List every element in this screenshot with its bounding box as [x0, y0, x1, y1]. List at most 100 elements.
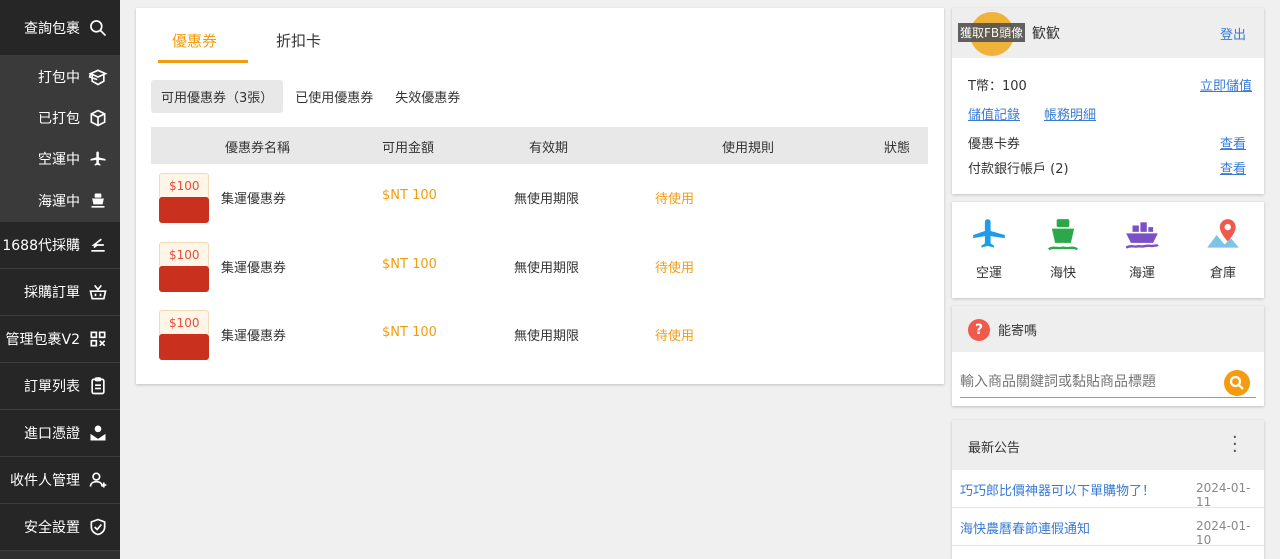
- account-card: 獲取FB頭像 歓歓 登出 T幣：100 立即儲值 儲值記錄 帳務明細 優惠卡券 …: [952, 8, 1264, 194]
- service-sea-express[interactable]: 海快: [1033, 216, 1093, 281]
- basket-icon: [89, 284, 107, 300]
- sidebar-item-packed[interactable]: 已打包: [0, 97, 120, 138]
- service-sea-freight[interactable]: 海運: [1112, 216, 1172, 281]
- sidebar-item-recipient-management[interactable]: 收件人管理: [0, 457, 120, 504]
- coupon-panel: 優惠券 折扣卡 可用優惠券（3張） 已使用優惠券 失效優惠券 優惠券名稱 可用金…: [136, 8, 944, 384]
- column-header-status: 狀態: [884, 141, 911, 156]
- filter-used-coupons[interactable]: 已使用優惠券: [285, 80, 383, 113]
- tab-bar: 優惠券 折扣卡: [136, 8, 944, 64]
- sidebar-item-label: 已打包: [38, 110, 80, 127]
- coupon-filter-bar: 可用優惠券（3張） 已使用優惠券 失效優惠券: [151, 80, 472, 113]
- certificate-icon: [90, 425, 106, 441]
- manage-icon: [90, 331, 106, 347]
- package-icon: [90, 109, 106, 126]
- purchase-icon: [91, 238, 105, 252]
- sidebar-item-manage-packages[interactable]: 管理包裹V2: [0, 316, 120, 363]
- services-card: 空運 海快 海運 倉庫: [952, 202, 1264, 298]
- sidebar-item-label: 訂單列表: [24, 379, 80, 395]
- clipboard-icon: [91, 377, 105, 395]
- sidebar-item-label: 1688代採購: [2, 238, 80, 254]
- news-item-title[interactable]: 巧巧郎比價神器可以下單購物了！: [960, 480, 1155, 499]
- news-item-date: 2024-01-10: [1196, 519, 1251, 547]
- coupon-amount: $NT 100: [382, 188, 437, 203]
- sidebar-item-label: 收件人管理: [10, 473, 80, 489]
- service-air[interactable]: 空運: [959, 216, 1019, 281]
- column-header-validity: 有效期: [529, 141, 569, 156]
- sidebar-item-sea-shipping[interactable]: 海運中: [0, 179, 120, 222]
- bank-account-label: 付款銀行帳戶 (2): [968, 162, 1069, 177]
- airplane-icon: [973, 219, 1005, 248]
- service-label: 空運: [975, 266, 1002, 281]
- coupon-name: 集運優惠券: [221, 329, 287, 344]
- news-item-title[interactable]: 海快農曆春節連假通知: [960, 518, 1090, 537]
- news-item-date: 2024-01-11: [1196, 481, 1251, 509]
- topup-record-link[interactable]: 儲值記錄: [968, 104, 1020, 123]
- service-label: 海運: [1128, 266, 1155, 281]
- table-row: $100 集運優惠券 $NT 100 無使用期限 待使用: [151, 232, 928, 300]
- coupon-name: 集運優惠券: [221, 261, 287, 276]
- sidebar-item-air-shipping[interactable]: 空運中: [0, 138, 120, 179]
- news-title: 最新公告: [968, 441, 1021, 456]
- cargo-ship-icon: [1125, 222, 1159, 249]
- sidebar-item-label: 採購訂單: [24, 285, 80, 301]
- sidebar-item-label: 查詢包裹: [24, 20, 80, 37]
- service-label: 海快: [1049, 266, 1076, 281]
- question-icon: ?: [968, 319, 990, 341]
- coupon-name: 集運優惠券: [221, 192, 287, 207]
- username: 歓歓: [1032, 26, 1060, 42]
- sidebar-item-security-settings[interactable]: 安全設置: [0, 504, 120, 551]
- bank-account-view-link[interactable]: 查看: [1220, 158, 1246, 177]
- airplane-icon: [90, 151, 106, 166]
- more-options-icon[interactable]: · · ·: [1232, 429, 1238, 461]
- sidebar-item-label: 進口憑證: [24, 426, 80, 442]
- product-search-input[interactable]: [960, 370, 1220, 394]
- can-ship-title: 能寄嗎: [998, 324, 1038, 339]
- table-header: 優惠券名稱 可用金額 有效期 使用規則 狀態: [151, 127, 928, 164]
- sidebar: 查詢包裹 打包中 已打包 空運中 海運中 1688代採購 採購訂單 管理包裹V2…: [0, 0, 120, 559]
- active-tab-indicator: [158, 60, 248, 63]
- coupon-badge: $100: [169, 248, 200, 262]
- shield-check-icon: [90, 518, 106, 536]
- filter-available-coupons[interactable]: 可用優惠券（3張）: [151, 80, 284, 113]
- sidebar-item-1688-purchase[interactable]: 1688代採購: [0, 222, 120, 269]
- sidebar-item-label: 管理包裹V2: [5, 332, 80, 348]
- coupon-rule: 待使用: [655, 329, 695, 344]
- account-header: 獲取FB頭像 歓歓 登出: [952, 8, 1264, 58]
- map-pin-icon: [1207, 219, 1239, 248]
- sidebar-item-label: 打包中: [38, 69, 80, 86]
- balance-label: T幣：100: [968, 79, 1027, 94]
- topup-link[interactable]: 立即儲值: [1200, 75, 1252, 94]
- list-item[interactable]: 海快農曆春節連假通知 2024-01-10: [952, 508, 1264, 547]
- filter-expired-coupons[interactable]: 失效優惠券: [385, 80, 470, 113]
- column-header-amount: 可用金額: [382, 141, 435, 156]
- tab-discount-cards[interactable]: 折扣卡: [276, 30, 321, 51]
- account-detail-link[interactable]: 帳務明細: [1044, 104, 1096, 123]
- list-item[interactable]: 巧巧郎比價神器可以下單購物了！ 2024-01-11: [952, 470, 1264, 509]
- can-ship-header: ? 能寄嗎: [952, 306, 1264, 352]
- can-ship-card: ? 能寄嗎: [952, 306, 1264, 406]
- table-row: $100 集運優惠券 $NT 100 無使用期限 待使用: [151, 163, 928, 231]
- news-card: 最新公告 · · · 巧巧郎比價神器可以下單購物了！ 2024-01-11 海快農曆…: [952, 420, 1264, 559]
- sidebar-item-label: 安全設置: [24, 520, 80, 536]
- sidebar-item-packing[interactable]: 打包中: [0, 56, 120, 97]
- coupon-image: $100: [159, 242, 209, 292]
- coupon-badge: $100: [169, 316, 200, 330]
- ferry-icon: [1048, 219, 1078, 251]
- service-warehouse[interactable]: 倉庫: [1193, 216, 1253, 281]
- coupon-validity: 無使用期限: [514, 261, 580, 276]
- logout-link[interactable]: 登出: [1220, 24, 1246, 43]
- coupon-card-view-link[interactable]: 查看: [1220, 133, 1246, 152]
- sidebar-item-search-package[interactable]: 查詢包裹: [0, 0, 120, 56]
- coupon-card-label: 優惠卡券: [968, 137, 1021, 152]
- search-button[interactable]: [1224, 370, 1250, 396]
- sidebar-item-purchase-orders[interactable]: 採購訂單: [0, 269, 120, 316]
- sidebar-item-order-list[interactable]: 訂單列表: [0, 363, 120, 410]
- package-open-icon: [88, 68, 108, 85]
- tab-coupons[interactable]: 優惠券: [172, 30, 217, 51]
- coupon-amount: $NT 100: [382, 257, 437, 272]
- table-row: $100 集運優惠券 $NT 100 無使用期限 待使用: [151, 300, 928, 368]
- get-fb-avatar-button[interactable]: 獲取FB頭像: [958, 23, 1026, 42]
- sidebar-item-import-certificate[interactable]: 進口憑證: [0, 410, 120, 457]
- coupon-validity: 無使用期限: [514, 329, 580, 344]
- news-header: 最新公告 · · ·: [952, 420, 1264, 470]
